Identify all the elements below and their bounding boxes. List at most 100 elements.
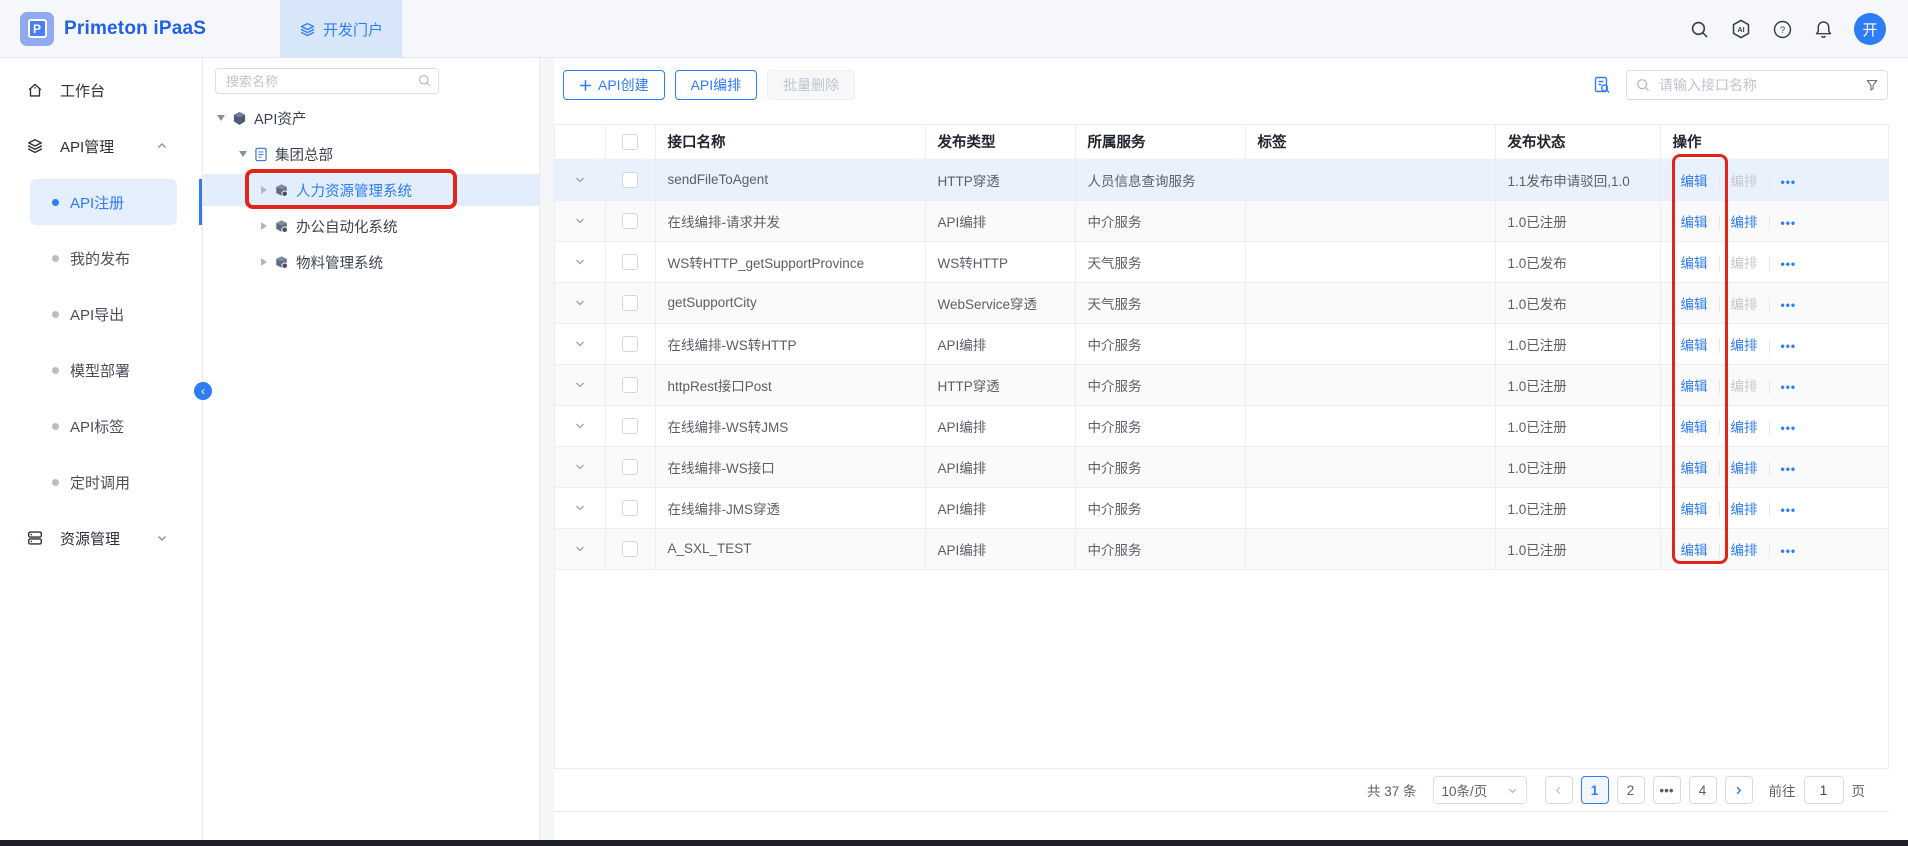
more-actions-button[interactable]: ••• [1769,462,1797,476]
table-row[interactable]: 在线编排-WS转JMS API编排 中介服务 1.0已注册 编辑编排••• [555,405,1888,446]
more-actions-button[interactable]: ••• [1769,380,1797,394]
edit-link[interactable]: 编辑 [1681,256,1708,271]
row-expand-icon[interactable] [574,379,586,391]
more-actions-button[interactable]: ••• [1769,421,1797,435]
api-orchestrate-button[interactable]: API编排 [675,70,758,100]
edit-link[interactable]: 编辑 [1681,174,1708,189]
sidebar-item-api-export[interactable]: API导出 [0,291,202,337]
orchestrate-link[interactable]: 编排 [1719,215,1758,230]
filter-funnel-icon[interactable] [1864,77,1880,93]
ai-assistant-icon[interactable]: AI [1730,18,1752,40]
table-row[interactable]: WS转HTTP_getSupportProvince WS转HTTP 天气服务 … [555,241,1888,282]
tree-node-hr-system[interactable]: 人力资源管理系统 [203,174,539,206]
more-actions-button[interactable]: ••• [1769,339,1797,353]
avatar[interactable]: 开 [1854,13,1886,45]
page-ellipsis-button[interactable]: ••• [1653,776,1681,804]
edit-link[interactable]: 编辑 [1681,215,1708,230]
sidebar-item-my-publications[interactable]: 我的发布 [0,235,202,281]
orchestrate-link[interactable]: 编排 [1719,461,1758,476]
row-checkbox[interactable] [622,172,638,188]
page-button-4[interactable]: 4 [1689,776,1717,804]
more-actions-button[interactable]: ••• [1769,544,1797,558]
tree-search-input[interactable] [215,68,439,94]
row-expand-icon[interactable] [574,174,586,186]
page-size-select[interactable]: 10条/页 [1433,776,1527,804]
api-create-button[interactable]: API创建 [563,70,665,100]
table-row[interactable]: 在线编排-请求并发 API编排 中介服务 1.0已注册 编辑编排••• [555,200,1888,241]
row-checkbox[interactable] [622,377,638,393]
page-button-1[interactable]: 1 [1581,776,1609,804]
orchestrate-link[interactable]: 编排 [1719,379,1758,394]
orchestrate-link[interactable]: 编排 [1719,502,1758,517]
list-search-icon[interactable] [1592,75,1612,95]
row-checkbox[interactable] [622,500,638,516]
edit-link[interactable]: 编辑 [1681,461,1708,476]
sidebar-item-workbench[interactable]: 工作台 [0,67,202,113]
bell-icon[interactable] [1813,19,1834,40]
panel-collapse-toggle[interactable]: ‹ [194,382,212,400]
orchestrate-link[interactable]: 编排 [1719,338,1758,353]
orchestrate-link[interactable]: 编排 [1719,543,1758,558]
interface-search-input[interactable] [1626,70,1888,100]
row-expand-icon[interactable] [574,338,586,350]
help-icon[interactable]: ? [1772,19,1793,40]
edit-link[interactable]: 编辑 [1681,297,1708,312]
sidebar-item-api-tags[interactable]: API标签 [0,403,202,449]
orchestrate-link[interactable]: 编排 [1719,174,1758,189]
tab-dev-portal[interactable]: 开发门户 [280,0,402,58]
tree-node-group-hq[interactable]: 集团总部 [203,138,539,170]
prev-page-button[interactable] [1545,776,1573,804]
row-expand-icon[interactable] [574,215,586,227]
orchestrate-link[interactable]: 编排 [1719,297,1758,312]
sidebar-item-api-register[interactable]: API注册 [30,179,177,225]
caret-down-icon[interactable] [239,151,247,157]
batch-delete-button[interactable]: 批量删除 [767,70,855,100]
row-expand-icon[interactable] [574,297,586,309]
table-row[interactable]: 在线编排-WS接口 API编排 中介服务 1.0已注册 编辑编排••• [555,446,1888,487]
more-actions-button[interactable]: ••• [1769,298,1797,312]
row-checkbox[interactable] [622,336,638,352]
caret-down-icon[interactable] [217,115,225,121]
more-actions-button[interactable]: ••• [1769,257,1797,271]
table-row[interactable]: A_SXL_TEST API编排 中介服务 1.0已注册 编辑编排••• [555,528,1888,569]
caret-right-icon[interactable] [261,222,267,230]
sidebar-item-model-deploy[interactable]: 模型部署 [0,347,202,393]
caret-right-icon[interactable] [261,258,267,266]
caret-right-icon[interactable] [261,186,267,194]
page-button-2[interactable]: 2 [1617,776,1645,804]
row-checkbox[interactable] [622,295,638,311]
sidebar-item-api-management[interactable]: API管理 [0,123,202,169]
table-row[interactable]: 在线编排-WS转HTTP API编排 中介服务 1.0已注册 编辑编排••• [555,323,1888,364]
row-checkbox[interactable] [622,254,638,270]
orchestrate-link[interactable]: 编排 [1719,256,1758,271]
sidebar-item-scheduled-calls[interactable]: 定时调用 [0,459,202,505]
row-checkbox[interactable] [622,213,638,229]
more-actions-button[interactable]: ••• [1769,503,1797,517]
select-all-checkbox[interactable] [622,134,638,150]
table-row[interactable]: httpRest接口Post HTTP穿透 中介服务 1.0已注册 编辑编排••… [555,364,1888,405]
table-row[interactable]: getSupportCity WebService穿透 天气服务 1.0已发布 … [555,282,1888,323]
row-expand-icon[interactable] [574,256,586,268]
more-actions-button[interactable]: ••• [1769,216,1797,230]
row-expand-icon[interactable] [574,420,586,432]
row-expand-icon[interactable] [574,502,586,514]
orchestrate-link[interactable]: 编排 [1719,420,1758,435]
row-checkbox[interactable] [622,418,638,434]
search-icon[interactable] [1689,19,1710,40]
sidebar-item-resource-management[interactable]: 资源管理 [0,515,202,561]
row-expand-icon[interactable] [574,461,586,473]
next-page-button[interactable] [1725,776,1753,804]
row-expand-icon[interactable] [574,543,586,555]
edit-link[interactable]: 编辑 [1681,502,1708,517]
goto-page-input[interactable] [1804,776,1844,804]
tree-node-material-system[interactable]: 物料管理系统 [203,246,539,278]
table-row[interactable]: 在线编排-JMS穿透 API编排 中介服务 1.0已注册 编辑编排••• [555,487,1888,528]
tree-node-oa-system[interactable]: 办公自动化系统 [203,210,539,242]
row-checkbox[interactable] [622,541,638,557]
row-checkbox[interactable] [622,459,638,475]
edit-link[interactable]: 编辑 [1681,338,1708,353]
table-row[interactable]: sendFileToAgent HTTP穿透 人员信息查询服务 1.1发布申请驳… [555,159,1888,200]
edit-link[interactable]: 编辑 [1681,379,1708,394]
tree-node-api-assets[interactable]: API资产 [203,102,539,134]
edit-link[interactable]: 编辑 [1681,543,1708,558]
